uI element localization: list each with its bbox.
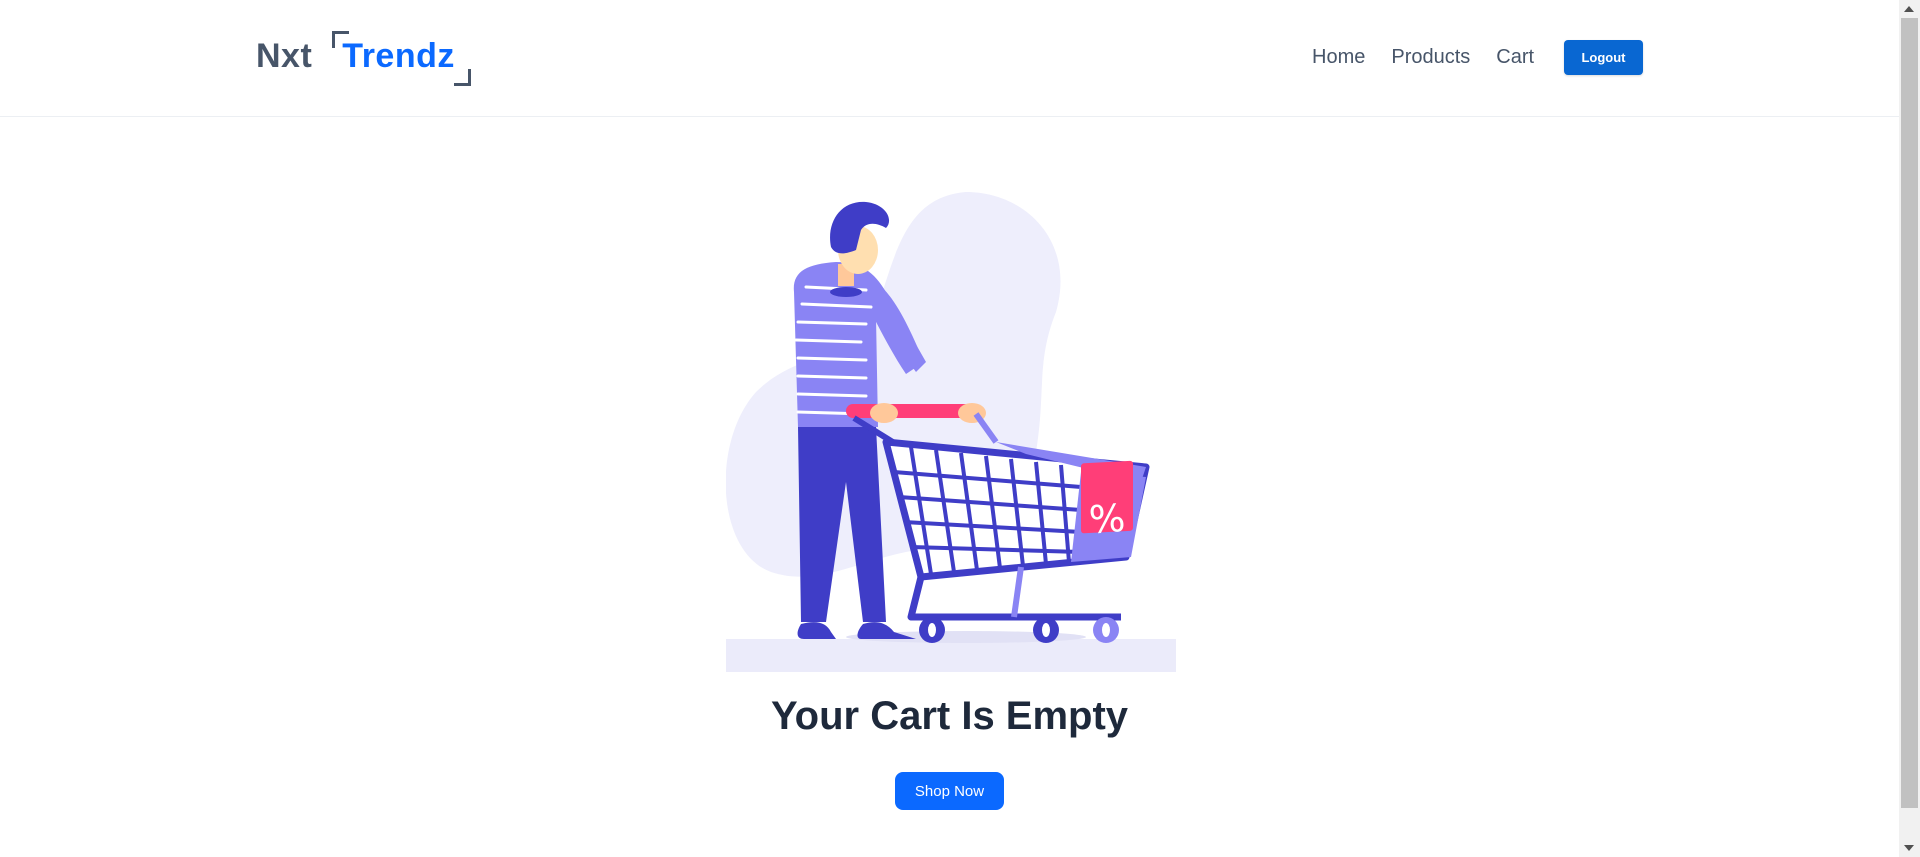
logo-corner-top-left xyxy=(332,30,350,48)
navbar: Nxt Trendz Home Products Cart Logout xyxy=(0,0,1899,117)
website-logo[interactable]: Nxt Trendz xyxy=(256,28,471,86)
logo-text-nxt: Nxt xyxy=(256,36,313,75)
discount-badge-text: % xyxy=(1088,496,1127,542)
nav-link-cart[interactable]: Cart xyxy=(1496,46,1534,69)
logo-text-trendz: Trendz xyxy=(342,36,455,75)
vertical-scrollbar[interactable] xyxy=(1899,0,1920,857)
shop-now-button[interactable]: Shop Now xyxy=(895,772,1004,810)
page: Nxt Trendz Home Products Cart Logout % Y… xyxy=(0,0,1920,857)
logo-trendz-wrap: Trendz xyxy=(332,30,471,86)
empty-cart-heading: Your Cart Is Empty xyxy=(770,694,1129,738)
nav-link-products[interactable]: Products xyxy=(1391,46,1470,69)
floor-strip xyxy=(726,639,1176,672)
nav-menu: Home Products Cart xyxy=(1312,46,1560,69)
logo-corner-bottom-right xyxy=(453,68,471,86)
nav-link-home[interactable]: Home xyxy=(1312,46,1365,69)
scroll-down-icon[interactable] xyxy=(1904,845,1914,851)
cart-handle xyxy=(846,404,976,418)
scrollbar-thumb[interactable] xyxy=(1901,18,1918,808)
person-shoe-right xyxy=(857,622,916,639)
logout-button[interactable]: Logout xyxy=(1564,40,1643,75)
empty-cart-illustration: % xyxy=(726,192,1176,672)
person-shoe-left xyxy=(797,622,836,639)
scroll-up-icon[interactable] xyxy=(1904,6,1914,12)
